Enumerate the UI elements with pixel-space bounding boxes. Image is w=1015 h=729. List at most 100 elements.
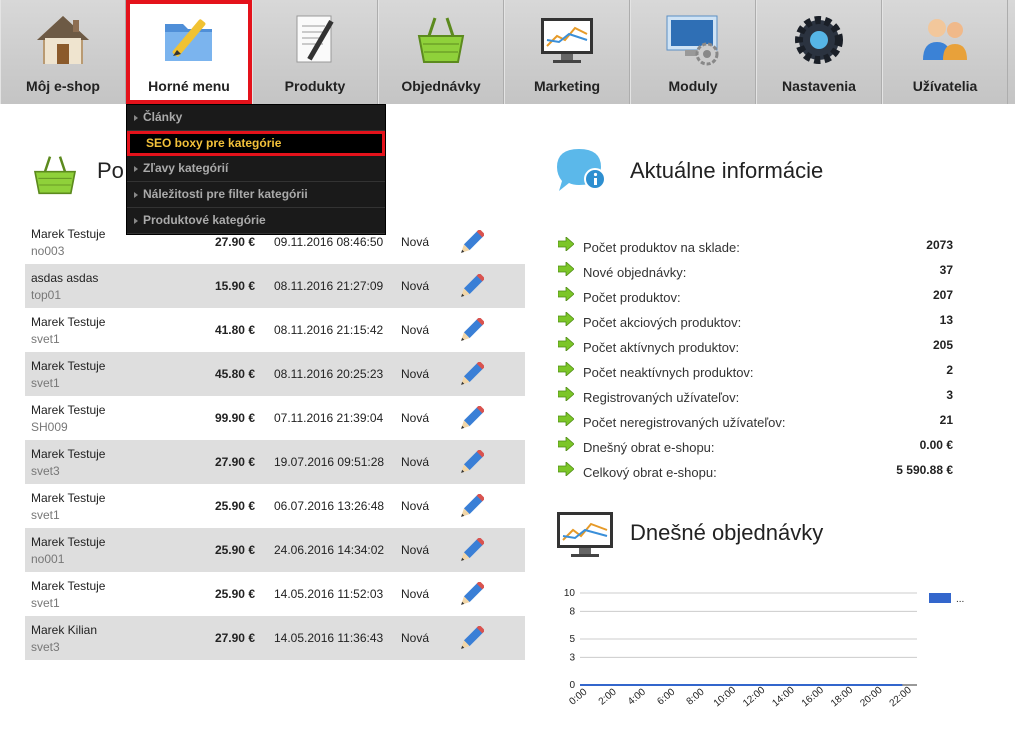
order-row[interactable]: Marek Testuje svet3 27.90 € 19.07.2016 09:5…	[25, 440, 525, 484]
order-price: 15.90 €	[214, 279, 255, 293]
nav-label: Produkty	[284, 78, 346, 94]
order-status: Nová	[401, 631, 430, 645]
order-customer-name: Marek Testuje	[31, 579, 106, 593]
chart-x-tick-label: 2:00	[597, 686, 619, 707]
stat-row: Celkový obrat e-shopu: 5 590.88 €	[558, 459, 958, 484]
order-customer-name: Marek Testuje	[31, 447, 106, 461]
edit-pencil-icon[interactable]	[458, 626, 484, 652]
monitor-chart-icon	[541, 18, 593, 63]
top-navigation: Môj e-shop Horné menu Produkty Objednávk…	[0, 0, 1015, 104]
dropdown-item-filter-requisites[interactable]: Náležitosti pre filter kategórii	[127, 182, 385, 208]
nav-settings[interactable]: Nastavenia	[756, 0, 882, 104]
stat-value: 37	[939, 263, 953, 277]
chart-x-tick-label: 14:00	[770, 685, 797, 710]
order-customer-name: Marek Testuje	[31, 535, 106, 549]
dropdown-item-product-categories[interactable]: Produktové kategórie	[127, 208, 385, 234]
stat-label: Počet akciových produktov:	[583, 315, 742, 330]
dropdown-item-category-discounts[interactable]: Zľavy kategórií	[127, 156, 385, 182]
order-row[interactable]: asdas asdas top01 15.90 € 08.11.2016 21:27:…	[25, 264, 525, 308]
order-row[interactable]: Marek Testuje no001 25.90 € 24.06.2016 14:3…	[25, 528, 525, 572]
order-row[interactable]: Marek Testuje svet1 25.90 € 06.07.2016 13:2…	[25, 484, 525, 528]
nav-orders[interactable]: Objednávky	[378, 0, 504, 104]
orders-panel-title: Po	[97, 158, 124, 183]
stat-row: Dnešný obrat e-shopu: 0.00 €	[558, 434, 958, 459]
edit-pencil-icon[interactable]	[458, 450, 484, 476]
order-price: 25.90 €	[214, 499, 255, 513]
order-customer-name: Marek Testuje	[31, 227, 106, 241]
folder-pencil-icon	[165, 19, 212, 61]
order-row[interactable]: Marek Testuje svet1 45.80 € 08.11.2016 20:2…	[25, 352, 525, 396]
order-price: 99.90 €	[214, 411, 255, 425]
stat-label: Počet produktov:	[583, 290, 681, 305]
stat-label: Počet produktov na sklade:	[583, 240, 740, 255]
chart-y-tick-label: 3	[569, 652, 575, 663]
edit-pencil-icon[interactable]	[458, 362, 484, 388]
order-code: top01	[31, 288, 62, 302]
nav-label: Marketing	[533, 78, 601, 94]
edit-pencil-icon[interactable]	[458, 318, 484, 344]
order-code: svet3	[31, 640, 60, 654]
nav-modules[interactable]: Moduly	[630, 0, 756, 104]
order-date: 19.07.2016 09:51:28	[274, 455, 385, 469]
order-price: 27.90 €	[214, 235, 255, 249]
order-code: no003	[31, 244, 65, 258]
arrow-right-icon	[558, 262, 574, 276]
stat-label: Dnešný obrat e-shopu:	[583, 440, 715, 455]
stat-row: Počet produktov: 207	[558, 284, 958, 309]
order-date: 07.11.2016 21:39:04	[274, 411, 384, 425]
edit-pencil-icon[interactable]	[458, 406, 484, 432]
order-customer-name: Marek Testuje	[31, 403, 106, 417]
order-date: 08.11.2016 21:27:09	[274, 279, 384, 293]
nav-label: Moduly	[668, 78, 718, 94]
nav-users[interactable]: Užívatelia	[882, 0, 1008, 104]
nav-my-eshop[interactable]: Môj e-shop	[0, 0, 126, 104]
stat-label: Počet neaktívnych produktov:	[583, 365, 754, 380]
order-customer-name: Marek Kilian	[31, 623, 98, 637]
users-icon	[923, 19, 967, 60]
arrow-right-icon	[558, 287, 574, 301]
order-price: 27.90 €	[214, 631, 255, 645]
arrow-right-icon	[558, 387, 574, 401]
chart-x-tick-label: 12:00	[741, 685, 768, 710]
today-orders-title: Dnešné objednávky	[630, 520, 824, 545]
edit-pencil-icon[interactable]	[458, 494, 484, 520]
arrow-right-icon	[558, 462, 574, 476]
nav-marketing[interactable]: Marketing	[504, 0, 630, 104]
order-date: 14.05.2016 11:52:03	[274, 587, 384, 601]
order-status: Nová	[401, 543, 430, 557]
chart-y-tick-label: 10	[564, 588, 576, 599]
stat-label: Registrovaných užívateľov:	[583, 390, 740, 405]
stat-value: 5 590.88 €	[896, 463, 953, 477]
order-row[interactable]: Marek Testuje SH009 99.90 € 07.11.2016 21:3…	[25, 396, 525, 440]
order-date: 06.07.2016 13:26:48	[274, 499, 385, 513]
stats-list: Počet produktov na sklade: 2073 Nové obje…	[558, 234, 958, 484]
today-orders-chart: 0358100:00 2:00 4:00 6:00 8:00 10:00 12:00 14:0…	[564, 588, 964, 710]
arrow-right-icon	[558, 337, 574, 351]
order-code: svet1	[31, 376, 60, 390]
stat-row: Počet akciových produktov: 13	[558, 309, 958, 334]
dropdown-item-articles[interactable]: Články	[127, 105, 385, 131]
chart-x-tick-label: 10:00	[712, 685, 739, 710]
nav-products[interactable]: Produkty	[252, 0, 378, 104]
dropdown-item-seo-boxes[interactable]: SEO boxy pre kategórie	[127, 131, 385, 156]
edit-pencil-icon[interactable]	[458, 538, 484, 564]
arrow-right-icon	[558, 362, 574, 376]
order-date: 08.11.2016 20:25:23	[274, 367, 384, 381]
order-row[interactable]: Marek Testuje svet1 25.90 € 14.05.2016 11:5…	[25, 572, 525, 616]
order-row[interactable]: Marek Kilian svet3 27.90 € 14.05.2016 11:36…	[25, 616, 525, 660]
order-customer-name: Marek Testuje	[31, 315, 106, 329]
edit-pencil-icon[interactable]	[458, 230, 484, 256]
order-row[interactable]: Marek Testuje svet1 41.80 € 08.11.2016 21:1…	[25, 308, 525, 352]
stat-label: Počet neregistrovaných užívateľov:	[583, 415, 786, 430]
order-date: 24.06.2016 14:34:02	[274, 543, 385, 557]
chart-y-tick-label: 8	[569, 606, 575, 617]
arrow-right-icon	[558, 237, 574, 251]
edit-pencil-icon[interactable]	[458, 274, 484, 300]
arrow-right-icon	[558, 412, 574, 426]
edit-pencil-icon[interactable]	[458, 582, 484, 608]
stat-value: 3	[946, 388, 953, 402]
stat-row: Počet produktov na sklade: 2073	[558, 234, 958, 259]
nav-top-menu[interactable]: Horné menu	[126, 0, 252, 104]
chart-x-tick-label: 8:00	[685, 686, 707, 707]
nav-label: Objednávky	[401, 78, 481, 94]
